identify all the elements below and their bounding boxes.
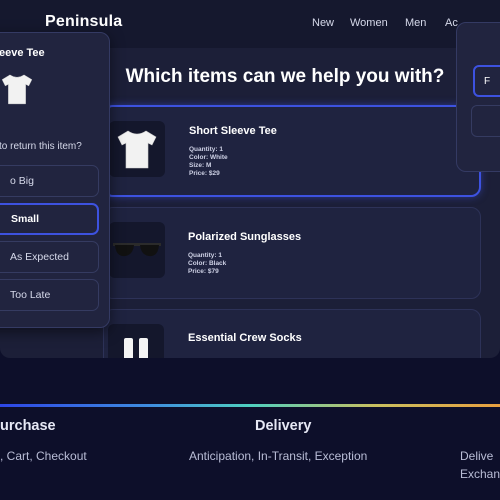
panel-item-title: eeve Tee — [0, 47, 45, 59]
product-card-tee[interactable]: Short Sleeve Tee Quantity: 1 Color: Whit… — [103, 105, 481, 197]
nav-link-women[interactable]: Women — [350, 17, 388, 29]
nav-link-men[interactable]: Men — [405, 17, 426, 29]
stage-desc-third: Delive Exchan — [460, 447, 500, 483]
brand-logo[interactable]: Peninsula — [45, 13, 122, 31]
reason-option-not-as-expected[interactable]: As Expected — [0, 241, 99, 273]
tshirt-icon — [0, 71, 35, 112]
stage-desc-delivery: Anticipation, In-Transit, Exception — [189, 449, 368, 463]
page-headline: Which items can we help you with? — [125, 66, 445, 87]
panel-option-button-secondary[interactable] — [471, 105, 500, 137]
sunglasses-icon — [109, 222, 165, 278]
product-name: Essential Crew Socks — [188, 332, 302, 344]
product-quantity: Quantity: 1 — [188, 252, 222, 259]
product-name: Short Sleeve Tee — [189, 125, 277, 137]
socks-icon — [108, 324, 164, 358]
product-color: Color: Black — [188, 260, 227, 267]
product-quantity: Quantity: 1 — [189, 146, 223, 153]
product-color: Color: White — [189, 154, 228, 161]
product-price: Price: $79 — [188, 268, 219, 275]
stage-desc-line: Delive — [460, 449, 494, 463]
tshirt-icon — [109, 121, 165, 177]
product-card-socks[interactable]: Essential Crew Socks — [103, 309, 481, 358]
right-floating-panel: F — [456, 22, 500, 172]
nav-link-new[interactable]: New — [312, 17, 334, 29]
product-size: Size: M — [189, 162, 212, 169]
product-price: Price: $29 — [189, 170, 220, 177]
reason-option-too-big[interactable]: o Big — [0, 165, 99, 197]
product-card-sunglasses[interactable]: Polarized Sunglasses Quantity: 1 Color: … — [103, 207, 481, 299]
product-name: Polarized Sunglasses — [188, 231, 302, 243]
reason-option-arrived-too-late[interactable]: Too Late — [0, 279, 99, 311]
stage-title-delivery: Delivery — [255, 418, 312, 434]
stage-title-purchase: urchase — [0, 418, 56, 434]
stage-desc-purchase: , Cart, Checkout — [0, 449, 87, 463]
stage-desc-line: Exchan — [460, 467, 500, 481]
reason-option-too-small[interactable]: Small — [0, 203, 99, 235]
panel-option-button[interactable]: F — [473, 65, 500, 97]
journey-gradient-line — [0, 404, 500, 407]
return-question: to return this item? — [0, 141, 82, 152]
return-reason-panel: eeve Tee to return this item? o Big Smal… — [0, 32, 110, 328]
